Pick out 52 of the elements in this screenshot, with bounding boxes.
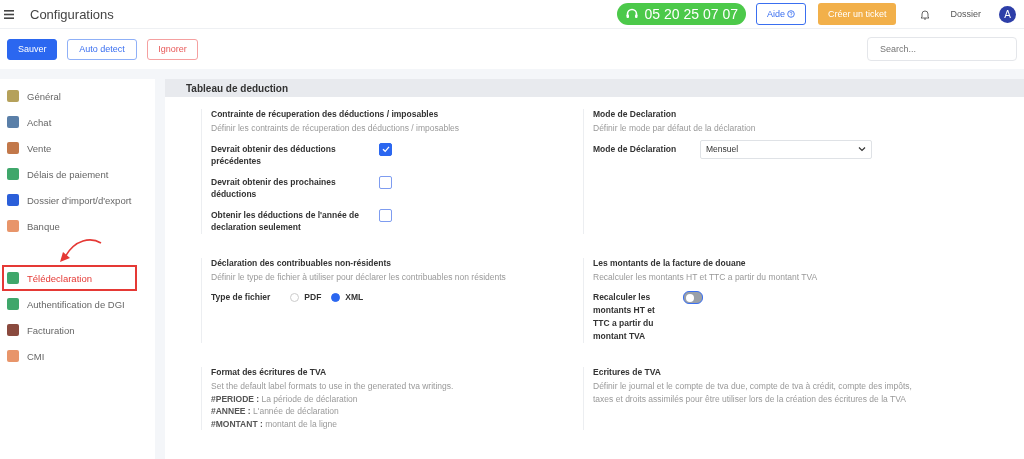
help-icon (786, 10, 795, 18)
section-title: Contrainte de récuperation des déductions / imposables (211, 109, 440, 119)
sidebar-item[interactable]: CMI (0, 343, 155, 369)
checkbox[interactable] (379, 142, 392, 156)
sidebar-item[interactable]: Vente (0, 135, 155, 161)
sidebar-item[interactable]: Dossier d'import/d'export (0, 187, 155, 213)
sidebar-item[interactable]: Achat (0, 109, 155, 135)
toggle-switch[interactable] (683, 291, 703, 304)
sidebar-item[interactable]: Délais de paiement (0, 161, 155, 187)
section-description: #PERIODE : La période de déclaration (211, 392, 359, 405)
section-description: Définir le mode par défaut de la déclaration (593, 122, 757, 135)
section-title: Mode de Declaration (593, 109, 678, 119)
auto-detect-button[interactable]: Auto detect (67, 38, 137, 60)
page-title: Configurations (30, 6, 114, 22)
radio-option[interactable]: XML (331, 292, 364, 303)
section-description: Set the default label formats to use in the generated tva writings. (211, 380, 455, 393)
section-title: Déclaration des contribuables non-résidents (211, 257, 392, 268)
sidebar-item[interactable]: Facturation (0, 317, 155, 343)
section-description: Définir les contraints de récuperation des déductions / imposables (211, 122, 461, 135)
checkbox[interactable] (379, 175, 392, 189)
sidebar-item[interactable]: Banque (0, 213, 155, 239)
section-title: Les montants de la facture de douane (593, 257, 747, 268)
radio-option[interactable]: PDF (290, 292, 322, 303)
field-label: Type de fichier (211, 291, 271, 304)
chevron-down-icon (858, 146, 866, 152)
section-description: Définir le journal et le compte de tva due, compte de tva à crédit, compte des impôts, taxes et droits assimilés pour être utiliser lors de la création des écritures de la TVA (593, 380, 913, 405)
checkbox-label: Devrait obtenir des prochaines déductions (211, 175, 337, 201)
section-title: Format des écritures de TVA (211, 367, 328, 377)
field-label: Mode de Déclaration (593, 142, 678, 155)
section-description: Définir le type de fichier à utiliser pour déclarer les contribuables non résidents (211, 270, 507, 283)
panel-title: Tableau de deduction (186, 82, 289, 94)
folder-link[interactable]: Dossier (950, 9, 981, 19)
section-title: Ecritures de TVA (593, 367, 662, 377)
checkbox-label: Obtenir les déductions de l'année de declaration seulement (211, 208, 360, 234)
sidebar-item[interactable]: Télédeclaration (2, 265, 137, 291)
help-button[interactable]: Aide (755, 3, 806, 25)
declaration-mode-select[interactable]: Mensuel (700, 139, 872, 159)
save-button[interactable]: Sauver (7, 38, 57, 60)
sidebar-item[interactable]: Authentification de DGI (0, 291, 155, 317)
section-description: Recalculer les montants HT et TTC a partir du montant TVA (593, 270, 819, 283)
notification-bell-icon[interactable] (920, 8, 931, 20)
search-field[interactable]: Search... (867, 37, 1017, 61)
sidebar-item[interactable]: Général (0, 83, 155, 109)
ignore-button[interactable]: Ignorer (147, 38, 198, 60)
toggle-label: Recalculer les montants HT et TTC a partir du montant TVA (593, 291, 656, 343)
headset-icon (624, 7, 639, 21)
checkbox-label: Devrait obtenir des déductions précédentes (211, 142, 337, 168)
section-description: #MONTANT : montant de la ligne (211, 417, 338, 430)
menu-icon[interactable] (4, 9, 14, 19)
checkbox[interactable] (379, 208, 392, 222)
user-avatar[interactable]: A (999, 5, 1016, 23)
section-description: #ANNEE : L'année de déclaration (211, 405, 340, 418)
